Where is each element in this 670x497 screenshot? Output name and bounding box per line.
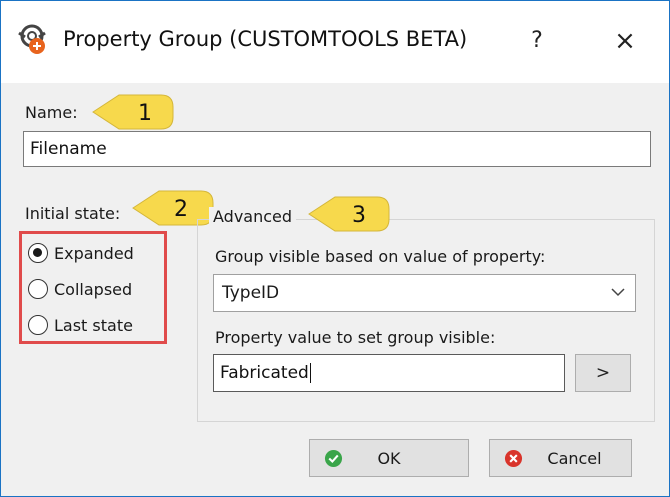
browse-button[interactable]: >	[575, 354, 631, 392]
property-value-input[interactable]: Fabricated	[213, 354, 565, 392]
property-value-text: Fabricated	[220, 363, 309, 383]
value-label: Property value to set group visible:	[215, 328, 496, 347]
chevron-down-icon	[611, 288, 625, 297]
name-input[interactable]: Filename	[23, 131, 651, 167]
callout-2-number: 2	[174, 197, 188, 222]
radio-collapsed-indicator[interactable]	[28, 279, 48, 299]
cancel-button-label: Cancel	[547, 448, 602, 468]
ok-button-label: OK	[377, 448, 401, 468]
initial-state-label: Initial state:	[25, 204, 121, 223]
window-title: Property Group (CUSTOMTOOLS BETA)	[63, 27, 468, 51]
callout-3: 3	[307, 193, 393, 235]
app-icon	[18, 24, 46, 54]
radio-last-state-label: Last state	[54, 315, 133, 335]
callout-1-number: 1	[138, 101, 152, 126]
dialog-content: Name: 1 Filename Initial state: 2 Expand…	[1, 83, 669, 496]
radio-expanded[interactable]: Expanded	[28, 238, 134, 268]
radio-collapsed[interactable]: Collapsed	[28, 274, 132, 304]
callout-1: 1	[91, 91, 177, 133]
callout-3-number: 3	[352, 203, 366, 228]
group-visible-label: Group visible based on value of property…	[215, 247, 546, 266]
radio-collapsed-label: Collapsed	[54, 279, 133, 299]
name-label: Name:	[25, 103, 78, 122]
title-bar: Property Group (CUSTOMTOOLS BETA) ? ×	[1, 1, 669, 83]
property-group-dialog: Property Group (CUSTOMTOOLS BETA) ? × Na…	[0, 0, 670, 497]
radio-last-state[interactable]: Last state	[28, 310, 133, 340]
property-select[interactable]: TypeID	[213, 274, 636, 312]
radio-last-state-indicator[interactable]	[28, 315, 48, 335]
radio-expanded-label: Expanded	[54, 243, 134, 263]
initial-state-radio-group: Expanded Collapsed Last state	[19, 231, 167, 344]
help-button[interactable]: ?	[519, 23, 555, 59]
cancel-button[interactable]: Cancel	[489, 439, 632, 477]
ok-button[interactable]: OK	[309, 439, 469, 477]
close-button[interactable]: ×	[605, 23, 645, 59]
property-select-value: TypeID	[222, 283, 280, 303]
radio-expanded-indicator[interactable]	[28, 243, 48, 263]
advanced-group-title: Advanced	[209, 207, 297, 226]
text-cursor	[309, 363, 311, 383]
